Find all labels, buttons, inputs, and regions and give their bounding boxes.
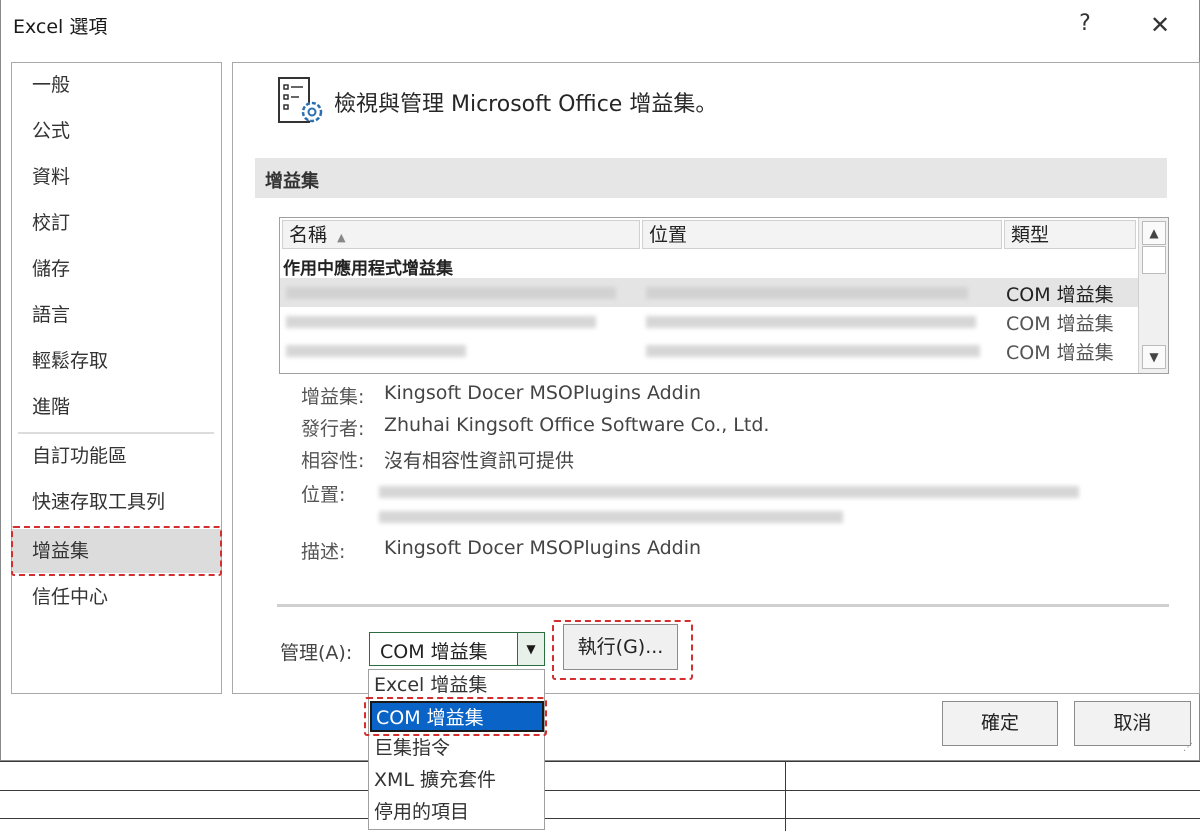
sheet-gridline bbox=[0, 818, 1200, 819]
compatibility-value: 沒有相容性資訊可提供 bbox=[384, 450, 575, 472]
scroll-down-icon[interactable]: ▼ bbox=[1142, 345, 1166, 369]
redacted-location bbox=[646, 345, 980, 357]
compatibility-label: 相容性: bbox=[301, 450, 365, 472]
resize-grip-icon[interactable]: ⋰ bbox=[1183, 742, 1195, 754]
excel-options-dialog: Excel 選項 ? ✕ 一般 公式 資料 校訂 儲存 語言 輕鬆存取 進階 自… bbox=[0, 0, 1200, 761]
sidebar-item-language[interactable]: 語言 bbox=[12, 293, 221, 337]
column-header-location[interactable]: 位置 bbox=[642, 220, 1002, 249]
section-header: 增益集 bbox=[255, 158, 1167, 198]
scroll-up-icon[interactable]: ▲ bbox=[1142, 221, 1166, 245]
sheet-gridline bbox=[0, 761, 1200, 762]
addin-label: 增益集: bbox=[301, 386, 365, 408]
cell-type: COM 增益集 bbox=[1006, 313, 1114, 335]
addins-list[interactable]: 名稱 ▲ 位置 類型 作用中應用程式增益集 COM 增益集 COM 增益集 CO… bbox=[279, 217, 1169, 374]
highlight-box-com-option bbox=[364, 697, 547, 736]
sidebar-item-data[interactable]: 資料 bbox=[12, 155, 221, 199]
dropdown-option-xml-expansion[interactable]: XML 擴充套件 bbox=[370, 765, 544, 796]
redacted-name bbox=[286, 345, 466, 357]
cancel-button[interactable]: 取消 bbox=[1074, 701, 1191, 746]
panel-divider bbox=[277, 604, 1169, 607]
sheet-gridline bbox=[0, 790, 1200, 791]
sidebar-item-general[interactable]: 一般 bbox=[12, 63, 221, 107]
addins-panel: 檢視與管理 Microsoft Office 增益集。 增益集 名稱 ▲ 位置 … bbox=[232, 62, 1200, 694]
scroll-thumb[interactable] bbox=[1142, 246, 1166, 274]
redacted-name bbox=[286, 287, 616, 299]
table-row[interactable]: COM 增益集 bbox=[280, 278, 1138, 307]
description-value: Kingsoft Docer MSOPlugins Addin bbox=[384, 537, 702, 559]
dropdown-option-macros[interactable]: 巨集指令 bbox=[370, 733, 544, 764]
highlight-box-go bbox=[552, 620, 693, 680]
column-header-type[interactable]: 類型 bbox=[1004, 220, 1136, 249]
addin-settings-icon bbox=[278, 77, 323, 123]
sidebar-item-trust-center[interactable]: 信任中心 bbox=[12, 575, 221, 619]
dialog-title: Excel 選項 bbox=[13, 16, 108, 38]
publisher-value: Zhuhai Kingsoft Office Software Co., Ltd… bbox=[384, 414, 770, 436]
column-name-label: 名稱 bbox=[289, 224, 328, 246]
manage-label: 管理(A): bbox=[280, 642, 353, 664]
location-label: 位置: bbox=[301, 484, 346, 506]
highlight-box-addins bbox=[11, 526, 222, 576]
description-label: 描述: bbox=[301, 541, 346, 563]
sidebar-item-save[interactable]: 儲存 bbox=[12, 247, 221, 291]
sidebar-item-quick-access-toolbar[interactable]: 快速存取工具列 bbox=[12, 480, 221, 524]
spreadsheet-background bbox=[0, 761, 1200, 831]
redacted-location-line-1 bbox=[379, 486, 1079, 498]
manage-dropdown-list: Excel 增益集 COM 增益集 巨集指令 XML 擴充套件 停用的項目 bbox=[368, 669, 545, 830]
table-row[interactable]: COM 增益集 bbox=[280, 307, 1138, 336]
sort-ascending-icon: ▲ bbox=[337, 231, 346, 244]
sidebar-item-proofing[interactable]: 校訂 bbox=[12, 201, 221, 245]
manage-selected-value: COM 增益集 bbox=[380, 641, 488, 663]
sidebar-item-formulas[interactable]: 公式 bbox=[12, 109, 221, 153]
sidebar-item-advanced[interactable]: 進階 bbox=[12, 385, 221, 429]
redacted-location bbox=[646, 316, 976, 328]
title-bar: Excel 選項 ? ✕ bbox=[1, 0, 1199, 50]
dropdown-option-disabled-items[interactable]: 停用的項目 bbox=[370, 797, 544, 828]
redacted-location bbox=[646, 287, 968, 299]
manage-dropdown[interactable]: COM 增益集 ▼ bbox=[369, 632, 545, 666]
cell-type: COM 增益集 bbox=[1006, 284, 1114, 306]
sidebar-item-accessibility[interactable]: 輕鬆存取 bbox=[12, 339, 221, 383]
category-sidebar: 一般 公式 資料 校訂 儲存 語言 輕鬆存取 進階 自訂功能區 快速存取工具列 … bbox=[11, 62, 222, 694]
table-row[interactable]: COM 增益集 bbox=[280, 336, 1138, 365]
chevron-down-icon[interactable]: ▼ bbox=[517, 633, 544, 665]
publisher-label: 發行者: bbox=[301, 418, 365, 440]
list-scrollbar[interactable]: ▲ ▼ bbox=[1138, 218, 1168, 373]
redacted-name bbox=[286, 316, 596, 328]
help-button[interactable]: ? bbox=[1071, 8, 1099, 40]
group-label-active: 作用中應用程式增益集 bbox=[283, 259, 453, 279]
section-title: 增益集 bbox=[265, 171, 319, 192]
sheet-gridline bbox=[785, 761, 786, 831]
redacted-location-line-2 bbox=[379, 511, 843, 523]
ok-button[interactable]: 確定 bbox=[942, 701, 1058, 746]
close-button[interactable]: ✕ bbox=[1143, 8, 1177, 42]
panel-heading: 檢視與管理 Microsoft Office 增益集。 bbox=[334, 92, 718, 117]
column-header-name[interactable]: 名稱 ▲ bbox=[282, 220, 640, 249]
cell-type: COM 增益集 bbox=[1006, 342, 1114, 364]
addin-value: Kingsoft Docer MSOPlugins Addin bbox=[384, 382, 702, 404]
sidebar-item-customize-ribbon[interactable]: 自訂功能區 bbox=[12, 434, 221, 478]
